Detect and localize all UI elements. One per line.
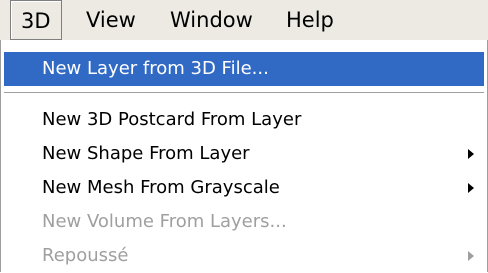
menu-separator [4,92,484,93]
menu-item-label: New Mesh From Grayscale [42,177,280,198]
menu-item-repousse: Repoussé [4,239,484,273]
menu-item-new-volume-from-layers: New Volume From Layers... [4,205,484,239]
submenu-arrow-icon [468,183,474,193]
menu-view[interactable]: View [76,0,146,40]
menu-item-new-mesh-from-grayscale[interactable]: New Mesh From Grayscale [4,171,484,205]
menu-item-new-3d-postcard-from-layer[interactable]: New 3D Postcard From Layer [4,103,484,137]
menu-item-label: New Layer from 3D File... [42,58,269,79]
menu-help[interactable]: Help [276,0,344,40]
menu-3d[interactable]: 3D [10,0,62,40]
menu-item-label: New 3D Postcard From Layer [42,109,302,130]
submenu-arrow-icon [468,149,474,159]
menu-item-new-shape-from-layer[interactable]: New Shape From Layer [4,137,484,171]
menu-item-label: New Shape From Layer [42,143,250,164]
menu-item-label: Repoussé [42,245,129,266]
menu-item-new-layer-from-3d-file[interactable]: New Layer from 3D File... [4,52,484,86]
3d-dropdown-menu: New Layer from 3D File... New 3D Postcar… [0,40,488,272]
menu-window[interactable]: Window [160,0,263,40]
submenu-arrow-icon [468,251,474,261]
menu-item-label: New Volume From Layers... [42,211,287,232]
menu-bar: 3D View Window Help [0,0,488,40]
